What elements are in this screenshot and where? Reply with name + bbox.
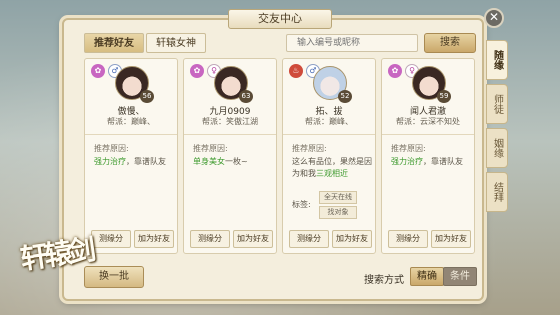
mode-precise-button[interactable]: 精确	[410, 267, 444, 286]
recommend-card-list: ✿ ♂ 56 傲慢、 帮派：巅峰、 推荐原因: 强力治疗，靠谱队友 测缘分 加为…	[84, 58, 475, 254]
card-header: ♨ ♂ 52 拓、拔 帮派：巅峰、	[283, 59, 375, 135]
card-header: ✿ ♀ 63 九月0909 帮派：笑傲江湖	[184, 59, 276, 135]
search-button[interactable]: 搜索	[424, 33, 476, 53]
reason-rest: ，靠谱队友	[126, 157, 166, 166]
tags-label: 标签:	[292, 200, 311, 209]
side-tab-random[interactable]: 随缘	[486, 40, 508, 80]
tab-recommended-friends[interactable]: 推荐好友	[84, 33, 144, 53]
side-tab-marriage[interactable]: 姻缘	[486, 128, 508, 168]
search-input[interactable]	[286, 34, 418, 52]
search-mode-label: 搜索方式	[364, 275, 404, 286]
class-icon: ✿	[190, 64, 204, 78]
card-header: ✿ ♀ 59 闻人君澈 帮派：云深不知处	[382, 59, 474, 135]
reason-rest: 一枚~	[225, 157, 248, 166]
tab-bar: 推荐好友 轩辕女神	[84, 33, 206, 53]
level-badge: 59	[437, 90, 451, 103]
side-tab-list: 随缘 师徒 姻缘 结拜	[486, 40, 508, 216]
friend-card: ✿ ♀ 59 闻人君澈 帮派：云深不知处 推荐原因: 强力治疗，靠谱队友 测缘分…	[381, 58, 475, 254]
reason-highlight: 三观相近	[316, 169, 348, 178]
add-friend-button[interactable]: 加为好友	[134, 230, 174, 248]
add-friend-button[interactable]: 加为好友	[332, 230, 372, 248]
reason-highlight: 单身美女	[193, 157, 225, 166]
card-header: ✿ ♂ 56 傲慢、 帮派：巅峰、	[85, 59, 177, 135]
class-icon: ♨	[289, 64, 303, 78]
mode-condition-button[interactable]: 条件	[443, 267, 477, 286]
add-friend-button[interactable]: 加为好友	[431, 230, 471, 248]
level-badge: 63	[239, 90, 253, 103]
reason-text: 这么有品位，果然是因为和我三观相近	[292, 156, 372, 180]
reason-highlight: 强力治疗	[391, 157, 423, 166]
test-fate-button[interactable]: 测缘分	[190, 230, 230, 248]
add-friend-button[interactable]: 加为好友	[233, 230, 273, 248]
friend-card: ♨ ♂ 52 拓、拔 帮派：巅峰、 推荐原因: 这么有品位，果然是因为和我三观相…	[282, 58, 376, 254]
logo-text: 轩辕剑	[18, 233, 95, 276]
reason-text: 单身美女一枚~	[193, 156, 273, 168]
test-fate-button[interactable]: 测缘分	[289, 230, 329, 248]
reason-title: 推荐原因:	[94, 144, 129, 153]
reason-text: 强力治疗，靠谱队友	[391, 156, 471, 168]
window-title: 交友中心	[228, 9, 332, 29]
reason-title: 推荐原因:	[292, 144, 327, 153]
reason-title: 推荐原因:	[193, 144, 228, 153]
guild-name: 帮派：笑傲江湖	[202, 117, 258, 126]
guild-name: 帮派：巅峰、	[107, 117, 155, 126]
friend-card: ✿ ♂ 56 傲慢、 帮派：巅峰、 推荐原因: 强力治疗，靠谱队友 测缘分 加为…	[84, 58, 178, 254]
reason-title: 推荐原因:	[391, 144, 426, 153]
reason-rest: ，靠谱队友	[423, 157, 463, 166]
level-badge: 52	[338, 90, 352, 103]
side-tab-mentor[interactable]: 师徒	[486, 84, 508, 124]
class-icon: ✿	[91, 64, 105, 78]
class-icon: ✿	[388, 64, 402, 78]
game-logo: 轩辕剑	[18, 233, 130, 305]
friend-card: ✿ ♀ 63 九月0909 帮派：笑傲江湖 推荐原因: 单身美女一枚~ 测缘分 …	[183, 58, 277, 254]
guild-name: 帮派：巅峰、	[305, 117, 353, 126]
test-fate-button[interactable]: 测缘分	[388, 230, 428, 248]
reason-highlight: 强力治疗	[94, 157, 126, 166]
tab-xuanyuan-goddess[interactable]: 轩辕女神	[146, 33, 206, 53]
side-tab-sworn[interactable]: 结拜	[486, 172, 508, 212]
tag-badge: 找对象	[319, 206, 357, 219]
guild-name: 帮派：云深不知处	[396, 117, 460, 126]
level-badge: 56	[140, 90, 154, 103]
close-icon[interactable]: ✕	[484, 8, 504, 28]
reason-text: 强力治疗，靠谱队友	[94, 156, 174, 168]
tag-badge: 全天在线	[319, 191, 357, 204]
